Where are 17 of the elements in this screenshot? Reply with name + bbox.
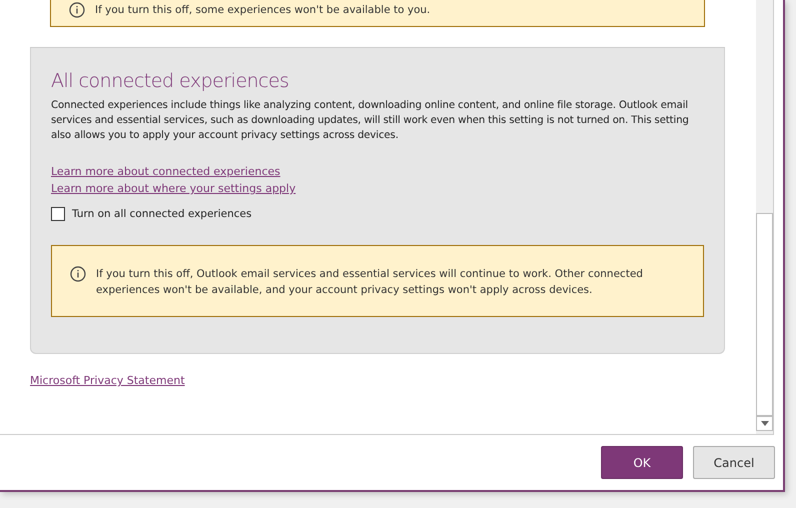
- scrollbar[interactable]: [756, 0, 773, 434]
- scroll-down-button[interactable]: [756, 416, 773, 431]
- scrollbar-thumb[interactable]: [756, 213, 773, 416]
- learn-more-link[interactable]: Learn more about where your settings apply: [51, 182, 296, 195]
- section-title: All connected experiences: [51, 70, 290, 92]
- privacy-statement-link[interactable]: Microsoft Privacy Statement: [30, 374, 185, 387]
- info-icon: [70, 266, 86, 282]
- learn-more-link[interactable]: Learn more about connected experiences: [51, 165, 280, 178]
- notice-text: If you turn this off, some experiences won't be available to you.: [95, 3, 430, 18]
- checkbox[interactable]: [51, 207, 65, 221]
- down-arrow-icon: [760, 421, 768, 426]
- ok-button[interactable]: OK: [601, 446, 683, 479]
- section-description: Connected experiences include things like analyzing content, downloading online content, and online file storage. Outlook email services and essential services, such as downloading updates, will still work even when this setting is not turned on. This setting also allows you to apply your account privacy settings across devices.: [51, 99, 690, 143]
- checkbox-label: Turn on all connected experiences: [72, 208, 252, 220]
- info-icon: [69, 2, 85, 18]
- notice-text: If you turn this off, Outlook email services and essential services will continue to work. Other connected experiences won't be available, and your account privacy settings won't apply across devices.: [96, 267, 644, 298]
- cancel-button[interactable]: Cancel: [693, 446, 775, 479]
